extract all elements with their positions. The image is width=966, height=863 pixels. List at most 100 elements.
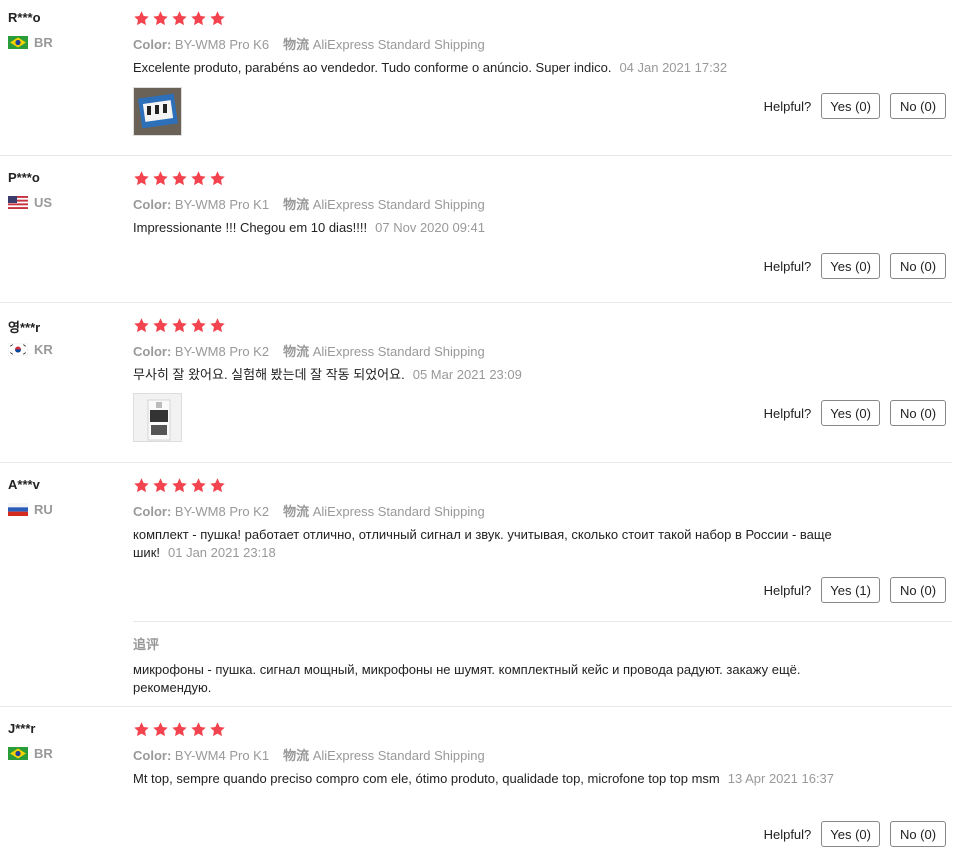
reviewer-name: J***r <box>8 721 36 736</box>
followup-title: 追评 <box>133 637 160 652</box>
star-icon <box>133 477 150 494</box>
review-text: Excelente produto, parabéns ao vendedor.… <box>133 60 728 75</box>
star-icon <box>209 317 226 334</box>
helpful-label: Helpful? <box>763 258 812 274</box>
star-icon <box>133 721 150 738</box>
star-icon <box>209 170 226 187</box>
helpful-no-button[interactable]: No (0) <box>890 821 946 847</box>
star-icon <box>209 721 226 738</box>
review-photo[interactable] <box>133 393 182 442</box>
reviewer-name: 영***r <box>8 320 41 335</box>
helpful-no-button[interactable]: No (0) <box>890 400 946 426</box>
reviewer-country: BR <box>8 746 53 761</box>
review-date: 05 Mar 2021 23:09 <box>412 367 522 382</box>
rating-stars <box>133 170 226 187</box>
helpful-label: Helpful? <box>763 405 812 421</box>
review-item: A***v RU Color: BY-WM8 Pro K2 物流 AliExpre… <box>0 477 952 707</box>
star-icon <box>152 10 169 27</box>
shipping-value: AliExpress Standard Shipping <box>312 37 485 52</box>
color-value: BY-WM4 Pro K1 <box>174 748 270 763</box>
helpful-controls: Helpful? Yes (1) No (0) <box>764 577 946 603</box>
star-icon <box>152 721 169 738</box>
review-text: Mt top, sempre quando preciso compro com… <box>133 771 835 786</box>
reviewer-name: P***o <box>8 170 40 185</box>
color-value: BY-WM8 Pro K6 <box>174 37 270 52</box>
review-photo[interactable] <box>133 87 182 136</box>
star-icon <box>190 477 207 494</box>
star-icon <box>209 10 226 27</box>
helpful-yes-button[interactable]: Yes (1) <box>821 577 880 603</box>
review-date: 13 Apr 2021 16:37 <box>727 771 835 786</box>
helpful-label: Helpful? <box>763 98 812 114</box>
review-text: комплект - пушка! работает отлично, отли… <box>133 527 832 560</box>
review-item: J***r BR Color: BY-WM4 Pro K1 物流 AliExpre… <box>0 721 952 863</box>
followup-review: 追评 микрофоны - пушка. сигнал мощный, мик… <box>133 621 952 707</box>
helpful-controls: Helpful? Yes (0) No (0) <box>764 400 946 426</box>
review-meta: Color: BY-WM8 Pro K2 物流 AliExpress Standa… <box>133 504 485 519</box>
helpful-controls: Helpful? Yes (0) No (0) <box>764 253 946 279</box>
review-meta: Color: BY-WM8 Pro K6 物流 AliExpress Standa… <box>133 37 485 52</box>
star-icon <box>152 317 169 334</box>
star-icon <box>190 317 207 334</box>
usa-flag-icon <box>8 196 28 209</box>
helpful-label: Helpful? <box>763 826 812 842</box>
rating-stars <box>133 317 226 334</box>
reviewer-country: US <box>8 195 52 210</box>
reviewer-country: KR <box>8 342 53 357</box>
star-icon <box>171 170 188 187</box>
helpful-yes-button[interactable]: Yes (0) <box>821 400 880 426</box>
shipping-value: AliExpress Standard Shipping <box>312 344 485 359</box>
reviewer-name: R***o <box>8 10 41 25</box>
review-item: R***o BR Color: BY-WM8 Pro K6 物流 AliExpre… <box>0 10 952 156</box>
shipping-value: AliExpress Standard Shipping <box>312 197 485 212</box>
helpful-controls: Helpful? Yes (0) No (0) <box>764 93 946 119</box>
reviewer-name: A***v <box>8 477 40 492</box>
review-item: P***o US Color: BY-WM8 Pro K1 物流 AliExpre… <box>0 170 952 303</box>
color-value: BY-WM8 Pro K2 <box>174 504 270 519</box>
star-icon <box>133 10 150 27</box>
helpful-yes-button[interactable]: Yes (0) <box>821 821 880 847</box>
shipping-value: AliExpress Standard Shipping <box>312 504 485 519</box>
helpful-label: Helpful? <box>763 582 812 598</box>
star-icon <box>209 477 226 494</box>
rating-stars <box>133 721 226 738</box>
star-icon <box>171 317 188 334</box>
star-icon <box>190 170 207 187</box>
helpful-no-button[interactable]: No (0) <box>890 253 946 279</box>
brazil-flag-icon <box>8 747 28 760</box>
shipping-value: AliExpress Standard Shipping <box>312 748 485 763</box>
helpful-controls: Helpful? Yes (0) No (0) <box>764 821 946 847</box>
review-meta: Color: BY-WM8 Pro K2 物流 AliExpress Standa… <box>133 344 485 359</box>
star-icon <box>152 477 169 494</box>
star-icon <box>171 721 188 738</box>
helpful-no-button[interactable]: No (0) <box>890 577 946 603</box>
followup-text: микрофоны - пушка. сигнал мощный, микроф… <box>133 662 801 695</box>
review-date: 01 Jan 2021 23:18 <box>168 545 276 560</box>
reviewer-country: BR <box>8 35 53 50</box>
color-value: BY-WM8 Pro K2 <box>174 344 270 359</box>
russia-flag-icon <box>8 503 28 516</box>
review-date: 07 Nov 2020 09:41 <box>375 220 486 235</box>
helpful-yes-button[interactable]: Yes (0) <box>821 93 880 119</box>
review-text: 무사히 잘 왔어요. 실험해 봤는데 잘 작동 되었어요. 05 Mar 2021… <box>133 367 522 382</box>
star-icon <box>152 170 169 187</box>
review-text: Impressionante !!! Chegou em 10 dias!!!!… <box>133 220 486 235</box>
star-icon <box>133 170 150 187</box>
helpful-no-button[interactable]: No (0) <box>890 93 946 119</box>
star-icon <box>190 721 207 738</box>
star-icon <box>171 477 188 494</box>
rating-stars <box>133 10 226 27</box>
brazil-flag-icon <box>8 36 28 49</box>
reviewer-country: RU <box>8 502 53 517</box>
review-item: 영***r KR Color: BY-WM8 Pro K2 物流 AliExpre… <box>0 317 952 463</box>
review-meta: Color: BY-WM8 Pro K1 物流 AliExpress Standa… <box>133 197 485 212</box>
korea-flag-icon <box>8 343 28 356</box>
review-meta: Color: BY-WM4 Pro K1 物流 AliExpress Standa… <box>133 748 485 763</box>
star-icon <box>190 10 207 27</box>
rating-stars <box>133 477 226 494</box>
color-value: BY-WM8 Pro K1 <box>174 197 270 212</box>
helpful-yes-button[interactable]: Yes (0) <box>821 253 880 279</box>
review-date: 04 Jan 2021 17:32 <box>619 60 728 75</box>
star-icon <box>171 10 188 27</box>
star-icon <box>133 317 150 334</box>
